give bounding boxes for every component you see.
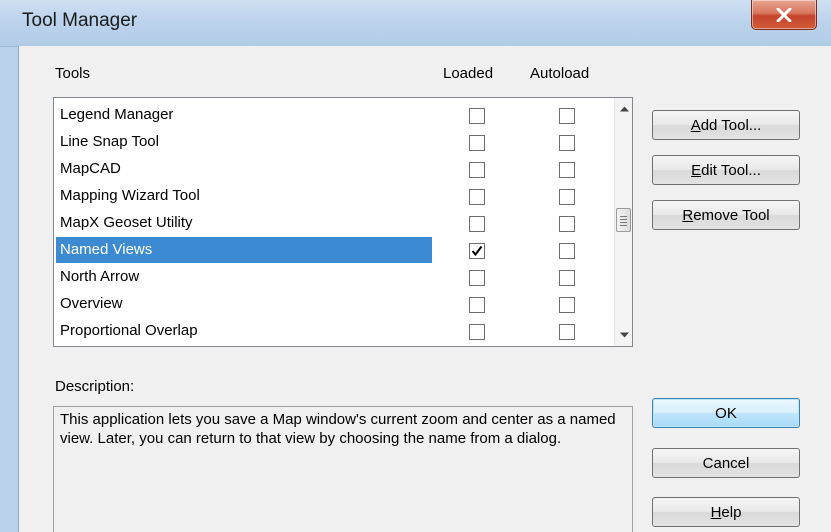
tool-row[interactable]: Named Views (54, 237, 614, 264)
scroll-down-arrow-icon (619, 332, 629, 338)
help-button[interactable]: Help (652, 497, 800, 527)
remove-tool-label: emove Tool (693, 207, 770, 224)
tools-list-scrollbar[interactable] (614, 98, 632, 346)
loaded-checkbox[interactable] (469, 297, 485, 313)
edit-tool-label: dit Tool... (701, 162, 761, 179)
loaded-checkbox[interactable] (469, 270, 485, 286)
title-bar: Tool Manager (0, 0, 831, 47)
loaded-checkbox[interactable] (469, 189, 485, 205)
tool-name: MapCAD (60, 160, 121, 177)
autoload-checkbox[interactable] (559, 162, 575, 178)
tool-name: Line Snap Tool (60, 133, 159, 150)
remove-tool-accel: R (682, 207, 694, 224)
dialog-client-area: Tools Loaded Autoload Legend Manager Line… (18, 46, 831, 532)
tool-row[interactable]: Mapping Wizard Tool (54, 183, 614, 210)
help-accel: H (710, 504, 722, 521)
window-title: Tool Manager (22, 10, 138, 31)
close-button[interactable] (751, 0, 817, 30)
scroll-down-button[interactable] (615, 326, 632, 344)
description-label: Description: (55, 378, 135, 395)
tool-row[interactable]: North Arrow (54, 264, 614, 291)
tool-row[interactable]: MapX Geoset Utility (54, 210, 614, 237)
autoload-checkbox[interactable] (559, 108, 575, 124)
add-tool-button[interactable]: Add Tool... (652, 110, 800, 140)
tool-row[interactable]: Proportional Overlap (54, 318, 614, 345)
autoload-checkbox[interactable] (559, 243, 575, 259)
help-label: elp (721, 504, 742, 521)
close-icon (776, 7, 792, 22)
scroll-up-arrow-icon (619, 106, 629, 112)
tool-row[interactable]: Legend Manager (54, 102, 614, 129)
tool-name: Legend Manager (60, 106, 174, 123)
autoload-checkbox[interactable] (559, 189, 575, 205)
loaded-checkbox[interactable] (469, 108, 485, 124)
autoload-checkbox[interactable] (559, 216, 575, 232)
edit-tool-accel: E (691, 162, 702, 179)
edit-tool-button[interactable]: Edit Tool... (652, 155, 800, 185)
tool-name: Named Views (56, 237, 432, 263)
loaded-column-header: Loaded (443, 65, 494, 82)
ok-button[interactable]: OK (652, 398, 800, 428)
add-tool-accel: A (690, 117, 701, 134)
description-text: This application lets you save a Map win… (53, 406, 633, 532)
autoload-checkbox[interactable] (559, 324, 575, 340)
autoload-checkbox[interactable] (559, 297, 575, 313)
loaded-checkbox[interactable] (469, 162, 485, 178)
autoload-checkbox[interactable] (559, 135, 575, 151)
loaded-checkbox[interactable] (469, 243, 485, 259)
autoload-checkbox[interactable] (559, 270, 575, 286)
tool-name: North Arrow (60, 268, 140, 285)
loaded-checkbox[interactable] (469, 216, 485, 232)
cancel-button[interactable]: Cancel (652, 448, 800, 478)
add-tool-label: dd Tool... (700, 117, 762, 134)
tool-name: Proportional Overlap (60, 322, 198, 339)
tool-name: Overview (60, 295, 123, 312)
tool-row[interactable]: Line Snap Tool (54, 129, 614, 156)
scroll-thumb[interactable] (616, 208, 631, 232)
tool-row[interactable]: Overview (54, 291, 614, 318)
remove-tool-button[interactable]: Remove Tool (652, 200, 800, 230)
tool-name: MapX Geoset Utility (60, 214, 193, 231)
tools-list[interactable]: Legend Manager Line Snap Tool MapCAD Mappin… (53, 97, 633, 347)
tool-name: Mapping Wizard Tool (60, 187, 200, 204)
tool-row[interactable]: MapCAD (54, 156, 614, 183)
check-icon (471, 245, 483, 257)
autoload-column-header: Autoload (530, 65, 590, 82)
tools-column-header: Tools (55, 65, 91, 82)
loaded-checkbox[interactable] (469, 135, 485, 151)
scroll-up-button[interactable] (615, 100, 632, 118)
loaded-checkbox[interactable] (469, 324, 485, 340)
